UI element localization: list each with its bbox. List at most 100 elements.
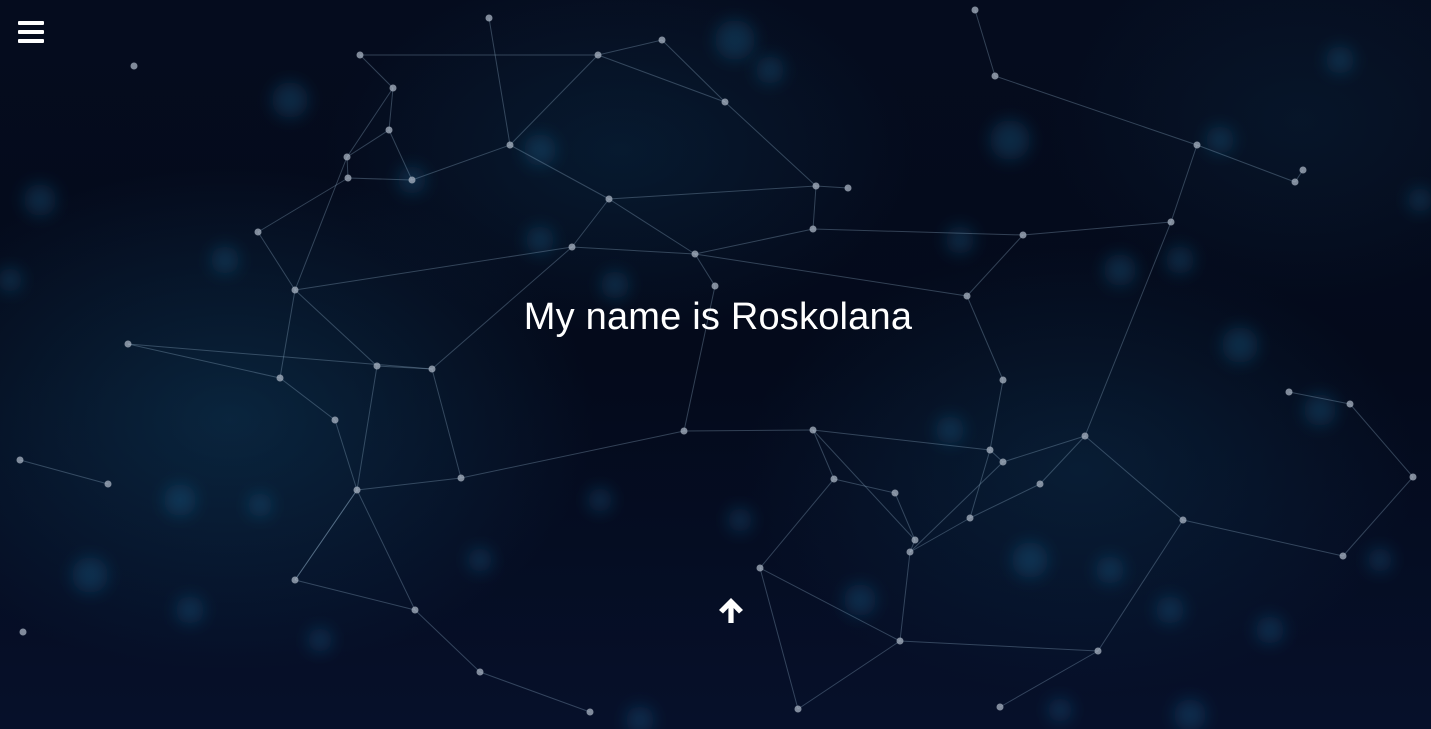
glow-dot	[211, 246, 239, 274]
glow-dot	[715, 20, 755, 60]
network-link	[812, 429, 916, 541]
network-link	[759, 478, 835, 569]
network-node	[331, 416, 339, 424]
network-node	[1036, 480, 1044, 488]
network-link	[414, 609, 481, 673]
glow-dot	[1256, 616, 1284, 644]
glow-dot	[468, 548, 492, 572]
network-node	[586, 708, 594, 716]
glow-dot	[72, 557, 108, 593]
network-link	[815, 185, 849, 189]
network-node	[373, 362, 381, 370]
network-link	[899, 640, 1099, 652]
network-node	[1339, 552, 1347, 560]
glow-dot	[601, 271, 629, 299]
network-node	[996, 703, 1004, 711]
glow-dot	[1326, 46, 1354, 74]
network-node	[353, 486, 361, 494]
network-link	[346, 129, 390, 158]
glow-dot	[526, 226, 554, 254]
glow-dot	[588, 488, 612, 512]
network-link	[509, 54, 599, 146]
network-node	[1167, 218, 1175, 226]
network-node	[1019, 231, 1027, 239]
network-link	[999, 650, 1099, 708]
network-node	[691, 250, 699, 258]
glow-dot	[272, 82, 308, 118]
glow-dot	[1156, 596, 1184, 624]
network-link	[909, 461, 1004, 553]
glow-dot	[164, 484, 196, 516]
glow-dot	[248, 493, 272, 517]
arrow-up-icon[interactable]	[717, 596, 745, 624]
glow-dot	[1048, 698, 1072, 722]
network-link	[812, 228, 1024, 236]
network-link	[127, 343, 433, 370]
glow-dot	[936, 416, 964, 444]
network-node	[276, 374, 284, 382]
network-link	[359, 54, 394, 89]
network-node	[1179, 516, 1187, 524]
network-link	[1182, 519, 1344, 557]
network-node	[999, 376, 1007, 384]
network-link	[724, 101, 817, 187]
network-node	[1193, 141, 1201, 149]
network-node	[680, 427, 688, 435]
network-link	[759, 567, 901, 642]
network-link	[1170, 144, 1198, 223]
glow-dot	[0, 268, 22, 292]
network-link	[1097, 519, 1184, 652]
network-node	[389, 84, 397, 92]
network-node	[809, 225, 817, 233]
hamburger-menu-icon[interactable]	[18, 20, 44, 45]
glow-dot	[1408, 188, 1431, 212]
network-link	[294, 489, 358, 581]
glow-dot	[1104, 254, 1136, 286]
network-node	[408, 176, 416, 184]
network-node	[911, 536, 919, 544]
network-node	[476, 668, 484, 676]
network-node	[254, 228, 262, 236]
network-background	[0, 6, 1431, 729]
network-node	[594, 51, 602, 59]
network-link	[597, 39, 663, 56]
network-node	[291, 576, 299, 584]
network-link	[334, 419, 358, 491]
network-node	[1094, 647, 1102, 655]
network-link	[279, 377, 336, 421]
network-node	[1081, 432, 1089, 440]
glow-dot	[1096, 556, 1124, 584]
network-node	[756, 564, 764, 572]
glow-dot	[1166, 246, 1194, 274]
network-link	[894, 492, 916, 541]
network-link	[974, 9, 996, 77]
network-node	[506, 141, 514, 149]
network-link	[356, 477, 462, 491]
network-link	[294, 579, 416, 611]
network-node	[658, 36, 666, 44]
network-link	[294, 156, 348, 291]
glow-dot	[1012, 542, 1048, 578]
network-link	[411, 144, 511, 181]
network-link	[661, 39, 726, 103]
network-link	[1342, 476, 1414, 557]
network-link	[683, 429, 814, 432]
network-link	[388, 87, 394, 131]
menu-bar-bottom	[18, 39, 44, 43]
network-link	[356, 365, 378, 491]
glow-dot	[626, 706, 654, 729]
network-node	[291, 286, 299, 294]
network-node	[428, 365, 436, 373]
network-link	[966, 234, 1024, 297]
network-node	[986, 446, 994, 454]
network-link	[797, 640, 901, 710]
network-link	[969, 483, 1041, 519]
network-link	[460, 430, 685, 479]
network-node	[343, 153, 351, 161]
network-link	[509, 144, 610, 200]
network-link	[346, 87, 394, 158]
network-node	[568, 243, 576, 251]
network-node	[966, 514, 974, 522]
network-link	[571, 198, 610, 248]
network-node	[991, 72, 999, 80]
